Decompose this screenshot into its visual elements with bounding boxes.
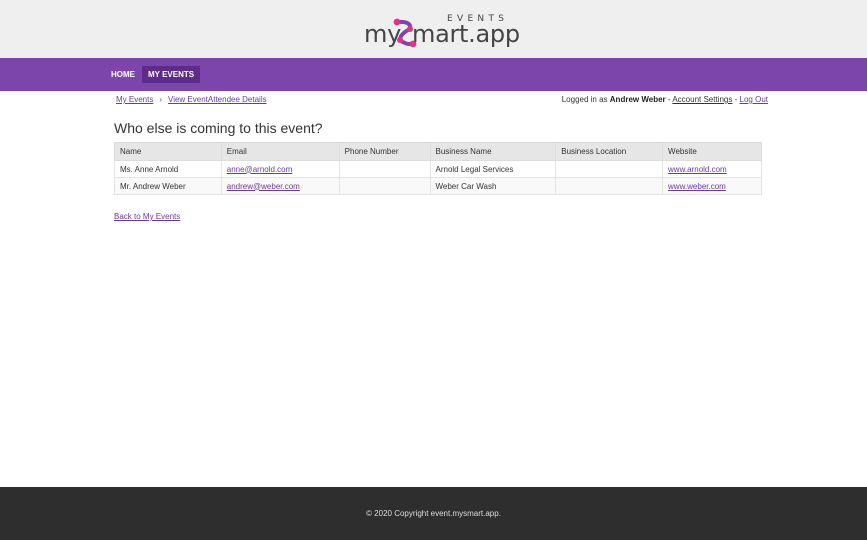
account-settings-link[interactable]: Account Settings — [672, 95, 732, 104]
page-title: Who else is coming to this event? — [114, 120, 323, 136]
user-name: Andrew Weber — [609, 95, 666, 104]
cell-phone — [338, 160, 431, 178]
column-header-name: Name — [114, 142, 222, 161]
logged-in-prefix: Logged in as — [561, 95, 608, 104]
cell-business-location — [555, 160, 664, 178]
cell-email: anne@arnold.com — [220, 160, 340, 178]
table-row: Ms. Anne Arnold anne@arnold.com Arnold L… — [114, 160, 762, 178]
main-nav: HOME MY EVENTS — [0, 58, 867, 91]
copyright-text: © 2020 Copyright event.mysmart.app. — [366, 509, 501, 518]
user-separator: - — [667, 95, 671, 104]
logout-link[interactable]: Log Out — [740, 95, 768, 104]
user-separator: - — [734, 95, 738, 104]
site-header: EVENTS my mart.app — [0, 0, 867, 58]
site-footer: © 2020 Copyright event.mysmart.app. — [0, 487, 867, 540]
column-header-business-name: Business Name — [429, 142, 557, 161]
cell-website: www.weber.com — [662, 177, 762, 195]
user-status: Logged in as Andrew Weber - Account Sett… — [562, 95, 768, 104]
back-to-my-events-link[interactable]: Back to My Events — [114, 212, 180, 221]
cell-name: Ms. Anne Arnold — [114, 160, 222, 178]
column-header-business-location: Business Location — [555, 142, 664, 161]
cell-business-location — [555, 177, 664, 195]
cell-phone — [338, 177, 431, 195]
cell-business-name: Weber Car Wash — [429, 177, 557, 195]
top-info-bar: My Events › View EventAttendee Details Log… — [116, 95, 768, 107]
breadcrumb-my-events-link[interactable]: My Events — [116, 95, 153, 104]
logo-word-mart: mart.app — [412, 20, 520, 48]
cell-name: Mr. Andrew Weber — [114, 177, 222, 195]
table-header-row: Name Email Phone Number Business Name Bu… — [114, 142, 762, 161]
breadcrumb-separator: › — [159, 95, 163, 104]
table-row: Mr. Andrew Weber andrew@weber.com Weber … — [114, 177, 762, 195]
column-header-phone: Phone Number — [338, 142, 431, 161]
cell-business-name: Arnold Legal Services — [429, 160, 557, 178]
website-link[interactable]: www.weber.com — [668, 182, 726, 191]
column-header-website: Website — [662, 142, 762, 161]
attendees-table: Name Email Phone Number Business Name Bu… — [114, 142, 762, 195]
cell-email: andrew@weber.com — [220, 177, 340, 195]
email-link[interactable]: anne@arnold.com — [227, 165, 293, 174]
cell-website: www.arnold.com — [662, 160, 762, 178]
column-header-email: Email — [220, 142, 340, 161]
email-link[interactable]: andrew@weber.com — [227, 182, 300, 191]
site-logo[interactable]: EVENTS my mart.app — [364, 14, 520, 50]
nav-item-my-events[interactable]: MY EVENTS — [142, 66, 201, 83]
website-link[interactable]: www.arnold.com — [668, 165, 727, 174]
breadcrumb: My Events › View EventAttendee Details — [116, 95, 267, 104]
breadcrumb-attendee-details-link[interactable]: View EventAttendee Details — [168, 95, 267, 104]
nav-item-home[interactable]: HOME — [105, 66, 141, 83]
